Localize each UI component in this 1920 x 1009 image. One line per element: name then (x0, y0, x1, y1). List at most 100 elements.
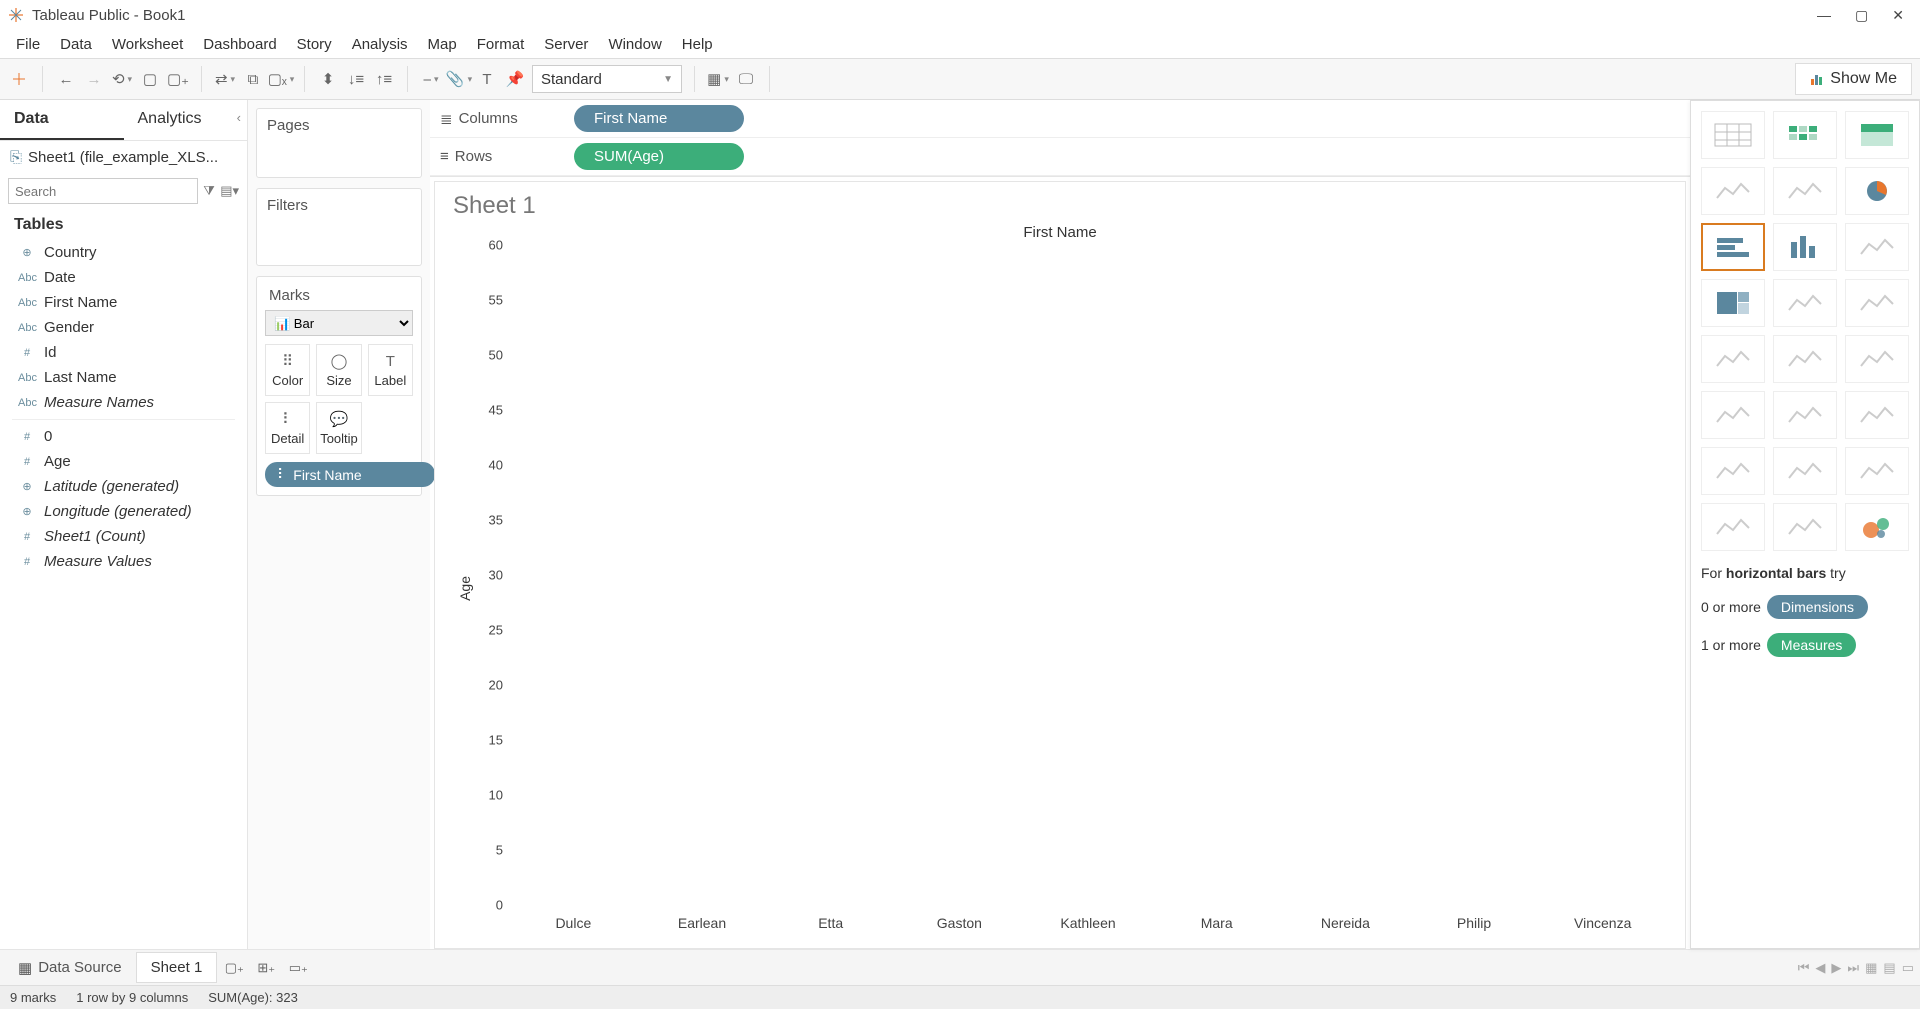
text-button[interactable]: T (476, 68, 498, 90)
field-age[interactable]: #Age (0, 449, 247, 474)
redo-button[interactable]: → (83, 68, 105, 90)
marks-label[interactable]: TLabel (368, 344, 413, 396)
menu-data[interactable]: Data (50, 32, 102, 57)
menu-worksheet[interactable]: Worksheet (102, 32, 193, 57)
marktype-select[interactable]: 📊 Bar (265, 310, 413, 336)
showme-line1[interactable] (1701, 335, 1765, 383)
showme-tree[interactable] (1701, 279, 1765, 327)
marks-size[interactable]: ◯Size (316, 344, 361, 396)
showme-bullet[interactable] (1773, 503, 1837, 551)
field-sheet1-count-[interactable]: #Sheet1 (Count) (0, 524, 247, 549)
swap-button[interactable]: ⇄ (214, 68, 236, 90)
sheet-nav-prev-icon[interactable]: ◀ (1815, 960, 1825, 976)
menu-map[interactable]: Map (418, 32, 467, 57)
menu-window[interactable]: Window (598, 32, 671, 57)
sheet-title[interactable]: Sheet 1 (453, 192, 1667, 220)
showme-highlight[interactable] (1845, 111, 1909, 159)
showme-line2[interactable] (1773, 335, 1837, 383)
group-button[interactable]: 📎 (448, 68, 470, 90)
field-first-name[interactable]: AbcFirst Name (0, 290, 247, 315)
sort-button[interactable]: ↑≡ (373, 68, 395, 90)
menu-server[interactable]: Server (534, 32, 598, 57)
columns-shelf[interactable]: ≣Columns First Name (430, 100, 1690, 138)
tabs-icon[interactable]: ▭ (1902, 960, 1914, 976)
plot-area[interactable]: 051015202530354045505560 DulceEarleanEtt… (473, 245, 1667, 931)
showme-area1[interactable] (1701, 391, 1765, 439)
fit-select[interactable]: Standard▼ (532, 65, 682, 93)
showme-box[interactable] (1845, 447, 1909, 495)
sheet-nav-next-icon[interactable]: ▶ (1831, 960, 1841, 976)
showme-small1[interactable] (1701, 503, 1765, 551)
sheet-tab[interactable]: Sheet 1 (136, 952, 218, 983)
highlight-button[interactable]: ⎯ (420, 68, 442, 90)
columns-pill[interactable]: First Name (574, 105, 744, 132)
collapse-pane-icon[interactable]: ‹ (237, 110, 241, 125)
field-country[interactable]: ⊕Country (0, 240, 247, 265)
sort-asc-button[interactable]: ⬍ (317, 68, 339, 90)
showme-map-fill[interactable] (1773, 167, 1837, 215)
showme-bubble[interactable] (1845, 503, 1909, 551)
new-dashboard-button[interactable]: ⊞₊ (251, 954, 281, 982)
pin-button[interactable]: 📌 (504, 68, 526, 90)
marks-tooltip[interactable]: 💬Tooltip (316, 402, 361, 454)
menu-dashboard[interactable]: Dashboard (193, 32, 286, 57)
duplicate-button[interactable]: ⧉ (242, 68, 264, 90)
close-button[interactable]: ✕ (1892, 7, 1904, 24)
showme-stacked[interactable] (1845, 223, 1909, 271)
presentation-button[interactable]: 🖵 (735, 68, 757, 90)
new-story-button[interactable]: ▭₊ (283, 954, 313, 982)
field-longitude-generated-[interactable]: ⊕Longitude (generated) (0, 499, 247, 524)
sheet-nav-last-icon[interactable]: ⏭ (1847, 960, 1859, 976)
tab-analytics[interactable]: Analytics (124, 100, 248, 140)
new-worksheet-button[interactable]: ▢₊ (167, 68, 189, 90)
field-latitude-generated-[interactable]: ⊕Latitude (generated) (0, 474, 247, 499)
rows-pill[interactable]: SUM(Age) (574, 143, 744, 170)
menu-story[interactable]: Story (287, 32, 342, 57)
minimize-button[interactable]: — (1817, 7, 1831, 24)
showme-map-symbol[interactable] (1701, 167, 1765, 215)
sheet-sorter-icon[interactable]: ▦ (1865, 960, 1877, 976)
filters-shelf[interactable]: Filters (256, 188, 422, 266)
showme-side[interactable] (1845, 279, 1909, 327)
showme-vbar[interactable] (1773, 223, 1837, 271)
rows-shelf[interactable]: ≡Rows SUM(Age) (430, 138, 1690, 176)
showme-heatmap[interactable] (1773, 111, 1837, 159)
search-input[interactable] (8, 178, 198, 204)
show-me-button[interactable]: Show Me (1795, 63, 1912, 95)
marks-detail[interactable]: ⠇Detail (265, 402, 310, 454)
filmstrip-icon[interactable]: ▤ (1883, 960, 1895, 976)
menu-file[interactable]: File (6, 32, 50, 57)
datasource-row[interactable]: ⎘ Sheet1 (file_example_XLS... (0, 141, 247, 174)
menu-format[interactable]: Format (467, 32, 535, 57)
menu-analysis[interactable]: Analysis (342, 32, 418, 57)
maximize-button[interactable]: ▢ (1855, 7, 1868, 24)
showme-pie[interactable] (1845, 167, 1909, 215)
showme-circle[interactable] (1773, 279, 1837, 327)
undo-button[interactable]: ← (55, 68, 77, 90)
tableau-icon[interactable] (8, 68, 30, 90)
sort-desc-button[interactable]: ↓≡ (345, 68, 367, 90)
showme-scatter[interactable] (1701, 447, 1765, 495)
field-last-name[interactable]: AbcLast Name (0, 365, 247, 390)
view-options-icon[interactable]: ▤▾ (220, 181, 239, 201)
showme-combo[interactable] (1845, 391, 1909, 439)
showme-hbar[interactable] (1701, 223, 1765, 271)
marks-detail-pill[interactable]: ⠇ First Name (265, 462, 435, 487)
showme-histo[interactable] (1773, 447, 1837, 495)
datasource-tab[interactable]: ▦Data Source (6, 953, 134, 983)
new-sheet-button[interactable]: ▢₊ (219, 954, 249, 982)
filter-icon[interactable]: ⧩ (202, 181, 216, 201)
field-measure-values[interactable]: #Measure Values (0, 549, 247, 574)
pages-shelf[interactable]: Pages (256, 108, 422, 178)
field-gender[interactable]: AbcGender (0, 315, 247, 340)
tab-data[interactable]: Data (0, 100, 124, 140)
marks-color[interactable]: ⠿Color (265, 344, 310, 396)
sheet-nav-first-icon[interactable]: ⏮ (1798, 960, 1810, 976)
showme-line3[interactable] (1845, 335, 1909, 383)
field-0[interactable]: #0 (0, 424, 247, 449)
menu-help[interactable]: Help (672, 32, 723, 57)
field-measure-names[interactable]: AbcMeasure Names (0, 390, 247, 415)
save-button[interactable]: ⟲ (111, 68, 133, 90)
showme-table[interactable] (1701, 111, 1765, 159)
field-id[interactable]: #Id (0, 340, 247, 365)
